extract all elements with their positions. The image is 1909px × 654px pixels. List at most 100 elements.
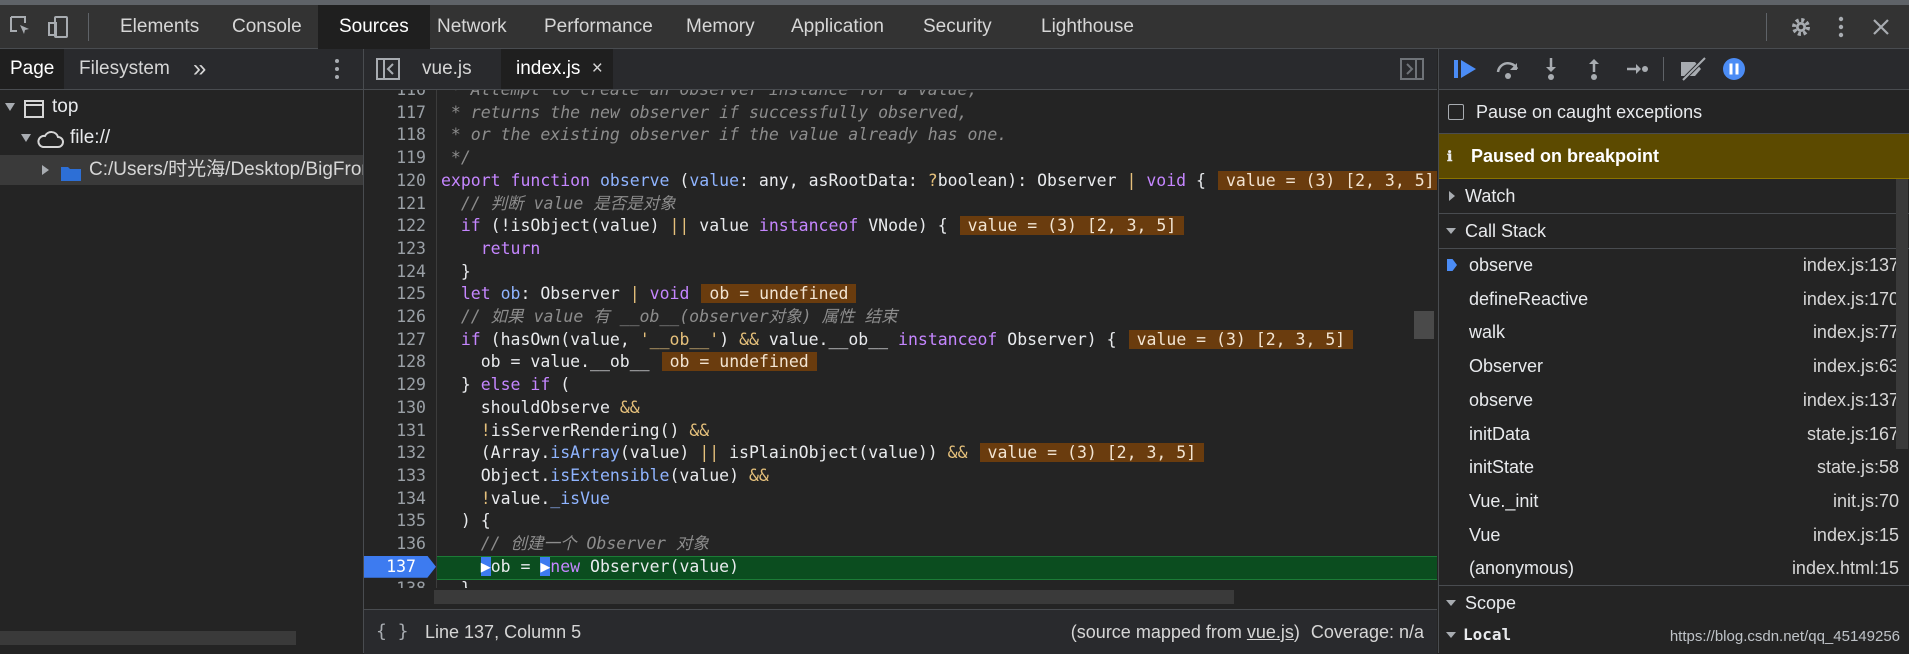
call-frame[interactable]: walk index.js:77 — [1439, 315, 1899, 349]
line-number[interactable]: 128 — [396, 351, 426, 373]
watch-section-header[interactable]: Watch — [1439, 179, 1909, 214]
code-line[interactable]: // 创建一个 Observer 对象 — [441, 533, 709, 555]
frame-location-link[interactable]: state.js:58 — [1817, 450, 1899, 484]
tab-page[interactable]: Page — [0, 49, 65, 89]
frame-location-link[interactable]: init.js:70 — [1833, 484, 1899, 518]
code-line[interactable]: ▶ob = ▶new Observer(value) — [441, 556, 739, 578]
line-number[interactable]: 121 — [396, 193, 426, 215]
vertical-scrollbar[interactable] — [1414, 311, 1434, 339]
line-number-gutter[interactable]: 1161171181191201211221231241251261271281… — [364, 90, 437, 588]
close-tab-icon[interactable]: × — [592, 58, 603, 79]
step-out-icon[interactable] — [1581, 57, 1607, 81]
code-line[interactable]: return — [441, 238, 541, 260]
line-number[interactable]: 134 — [396, 488, 426, 510]
inspect-element-icon[interactable] — [8, 14, 34, 46]
code-line[interactable]: * or the existing observer if the value … — [441, 124, 1007, 146]
line-number[interactable]: 125 — [396, 283, 426, 305]
code-line[interactable]: (Array.isArray(value) || isPlainObject(v… — [441, 442, 1205, 464]
line-number[interactable]: 132 — [396, 442, 426, 464]
code-line[interactable]: // 判断 value 是否是对象 — [441, 193, 676, 215]
resume-icon[interactable] — [1452, 57, 1478, 81]
code-line[interactable]: Object.isExtensible(value) && — [441, 465, 769, 487]
code-line[interactable]: export function observe (value: any, asR… — [441, 170, 1437, 192]
tab-security[interactable]: Security — [923, 5, 992, 49]
code-line[interactable]: !isServerRendering() && — [441, 420, 710, 442]
tree-item-folder[interactable]: C:/Users/时光海/Desktop/BigFror — [0, 155, 363, 185]
close-icon[interactable] — [1870, 14, 1892, 46]
tree-item-top[interactable]: top — [0, 92, 363, 122]
breakpoint-marker[interactable]: 137 — [364, 555, 436, 578]
tab-application[interactable]: Application — [791, 5, 884, 49]
call-frame[interactable]: initData state.js:167 — [1439, 417, 1899, 451]
vertical-scrollbar[interactable] — [1896, 179, 1908, 449]
code-line[interactable]: * Attempt to create an observer instance… — [441, 90, 978, 101]
collapse-arrow-icon[interactable] — [40, 155, 50, 185]
frame-location-link[interactable]: index.js:15 — [1813, 518, 1899, 552]
more-options-icon[interactable] — [1836, 14, 1846, 46]
tab-sources[interactable]: Sources — [318, 5, 430, 49]
code-line[interactable]: ) { — [441, 510, 491, 532]
frame-location-link[interactable]: index.js:137 — [1803, 383, 1899, 417]
call-frame[interactable]: observe index.js:137 — [1439, 248, 1899, 282]
line-number[interactable]: 130 — [396, 397, 426, 419]
call-frame[interactable]: Vue index.js:15 — [1439, 518, 1899, 552]
line-number[interactable]: 135 — [396, 510, 426, 532]
tab-elements[interactable]: Elements — [120, 5, 199, 49]
line-number[interactable]: 119 — [396, 147, 426, 169]
line-number[interactable]: 138 — [396, 578, 426, 588]
line-number[interactable]: 127 — [396, 329, 426, 351]
line-number[interactable]: 131 — [396, 420, 426, 442]
call-frame[interactable]: Vue._init init.js:70 — [1439, 484, 1899, 518]
frame-location-link[interactable]: index.js:170 — [1803, 282, 1899, 316]
code-line[interactable]: let ob: Observer | void ob = undefined — [441, 283, 857, 305]
line-number[interactable]: 133 — [396, 465, 426, 487]
line-number[interactable]: 124 — [396, 261, 426, 283]
horizontal-scrollbar[interactable] — [0, 631, 296, 645]
call-frame[interactable]: (anonymous) index.html:15 — [1439, 551, 1899, 585]
code-line[interactable]: * returns the new observer if successful… — [441, 102, 968, 124]
toggle-debugger-icon[interactable] — [1400, 58, 1424, 86]
code-area[interactable]: * Attempt to create an observer instance… — [437, 90, 1437, 588]
code-line[interactable]: // 如果 value 有 __ob__(observer对象) 属性 结束 — [441, 306, 898, 328]
step-over-icon[interactable] — [1495, 57, 1521, 81]
code-line[interactable]: } else if ( — [441, 374, 570, 396]
line-number[interactable]: 118 — [396, 124, 426, 146]
scope-section-header[interactable]: Scope — [1439, 585, 1909, 620]
gear-icon[interactable] — [1789, 14, 1813, 46]
code-line[interactable]: } — [441, 578, 471, 588]
frame-location-link[interactable]: index.js:63 — [1813, 349, 1899, 383]
code-line[interactable]: !value._isVue — [441, 488, 610, 510]
code-line[interactable]: if (!isObject(value) || value instanceof… — [441, 215, 1185, 237]
code-line[interactable]: shouldObserve && — [441, 397, 640, 419]
frame-location-link[interactable]: index.js:137 — [1803, 248, 1899, 282]
file-tab-vue-js[interactable]: vue.js — [422, 49, 472, 89]
line-number[interactable]: 120 — [396, 170, 426, 192]
tab-console[interactable]: Console — [232, 5, 302, 49]
device-toolbar-icon[interactable] — [46, 14, 72, 46]
code-line[interactable]: */ — [441, 147, 471, 169]
tab-memory[interactable]: Memory — [686, 5, 755, 49]
call-frame[interactable]: defineReactive index.js:170 — [1439, 282, 1899, 316]
more-options-icon[interactable] — [333, 57, 341, 87]
callstack-section-header[interactable]: Call Stack — [1439, 214, 1909, 249]
horizontal-scrollbar[interactable] — [434, 590, 1234, 604]
code-line[interactable]: } — [441, 261, 471, 283]
line-number[interactable]: 117 — [396, 102, 426, 124]
tree-item-origin[interactable]: file:// — [0, 123, 363, 153]
pause-on-caught-exceptions[interactable]: Pause on caught exceptions — [1439, 91, 1909, 134]
line-number[interactable]: 122 — [396, 215, 426, 237]
frame-location-link[interactable]: index.js:77 — [1813, 315, 1899, 349]
file-tab-index-js[interactable]: index.js × — [501, 49, 613, 89]
tab-performance[interactable]: Performance — [544, 5, 653, 49]
step-icon[interactable] — [1624, 57, 1650, 81]
more-tabs-icon[interactable]: » — [193, 49, 206, 89]
step-into-icon[interactable] — [1538, 57, 1564, 81]
frame-location-link[interactable]: index.html:15 — [1792, 551, 1899, 585]
code-line[interactable]: ob = value.__ob__ ob = undefined — [441, 351, 817, 373]
frame-location-link[interactable]: state.js:167 — [1807, 417, 1899, 451]
tab-network[interactable]: Network — [437, 5, 507, 49]
call-frame[interactable]: Observer index.js:63 — [1439, 349, 1899, 383]
call-frame[interactable]: initState state.js:58 — [1439, 450, 1899, 484]
toggle-navigator-icon[interactable] — [376, 58, 400, 86]
line-number[interactable]: 116 — [396, 90, 426, 101]
